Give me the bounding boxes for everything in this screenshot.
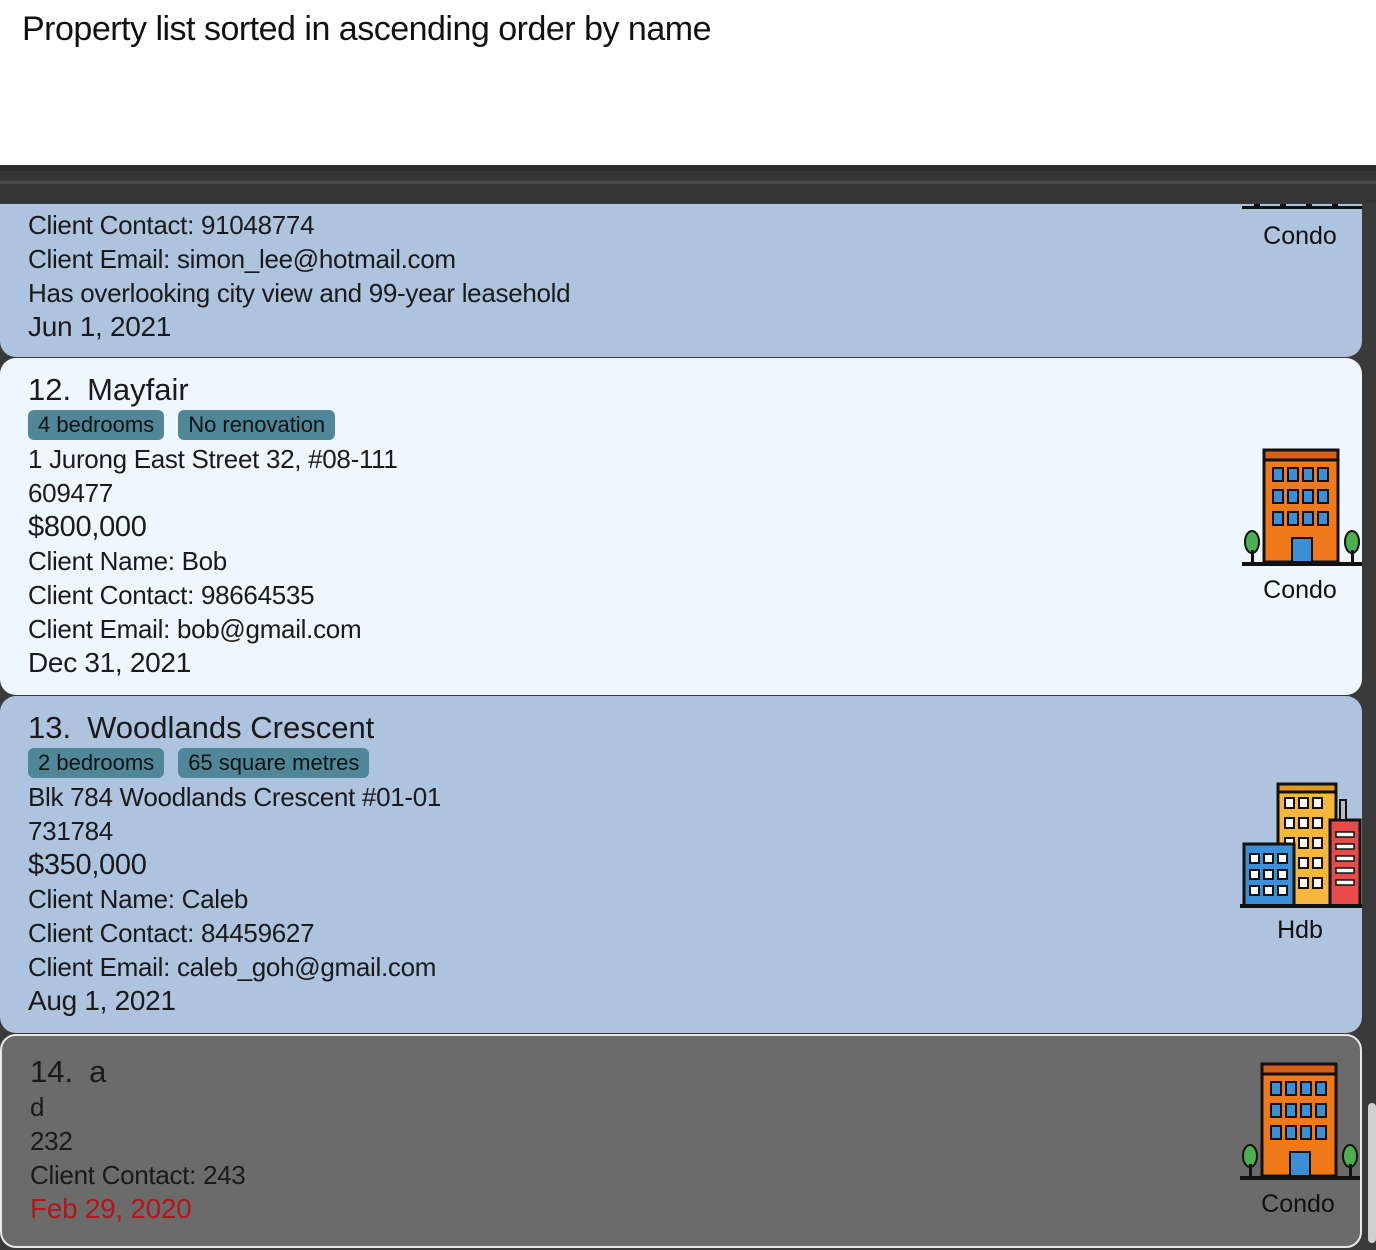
property-index: 13.: [28, 710, 72, 745]
property-title: 14. a: [30, 1054, 245, 1090]
property-deadline: Aug 1, 2021: [28, 985, 176, 1016]
property-address: 1 Jurong East Street 32, #08-111: [28, 444, 398, 474]
property-name: Woodlands Crescent: [87, 710, 375, 745]
result-message: Property list sorted in ascending order …: [22, 10, 711, 48]
tag: 2 bedrooms: [28, 748, 165, 778]
property-deadline-overdue: Feb 29, 2020: [30, 1193, 192, 1224]
property-tags: 2 bedrooms 65 square metres: [28, 746, 441, 780]
condo-building-icon: [1242, 204, 1362, 209]
property-price: $350,000: [28, 849, 147, 881]
property-index: 14.: [30, 1054, 74, 1089]
client-email: Client Email: simon_lee@hotmail.com: [28, 244, 456, 274]
client-contact: Client Contact: 243: [30, 1160, 246, 1190]
property-type: Condo: [1263, 576, 1337, 604]
property-tags: 4 bedrooms No renovation: [28, 408, 398, 442]
condo-building-icon: [1240, 1062, 1360, 1180]
property-postal-code: 609477: [28, 478, 113, 508]
list-header-divider: [0, 165, 1376, 203]
property-deadline: Jun 1, 2021: [28, 311, 172, 342]
property-type: Condo: [1261, 1190, 1335, 1218]
condo-building-icon: [1242, 448, 1362, 566]
property-title: 13. Woodlands Crescent: [28, 710, 441, 746]
property-card-selected[interactable]: 14. a d 232 Client Contact: 243 Feb 29, 2…: [0, 1034, 1362, 1248]
client-email: Client Email: bob@gmail.com: [28, 614, 362, 644]
property-type: Hdb: [1277, 916, 1323, 944]
client-contact: Client Contact: 91048774: [28, 210, 315, 240]
hdb-buildings-icon: [1240, 782, 1362, 908]
tag: 4 bedrooms: [28, 410, 165, 440]
client-name: Client Name: Bob: [28, 546, 227, 576]
client-contact: Client Contact: 98664535: [28, 580, 315, 610]
list-scrollbar[interactable]: [1368, 1103, 1376, 1243]
property-card[interactable]: 13. Woodlands Crescent 2 bedrooms 65 squa…: [0, 696, 1362, 1033]
property-list[interactable]: Client Contact: 91048774 Client Email: s…: [0, 165, 1376, 1250]
property-postal-code: 232: [30, 1126, 73, 1156]
property-card[interactable]: 12. Mayfair 4 bedrooms No renovation 1 Ju…: [0, 358, 1362, 695]
property-remark: Has overlooking city view and 99-year le…: [28, 278, 571, 308]
property-title: 12. Mayfair: [28, 372, 398, 408]
property-postal-code: 731784: [28, 816, 113, 846]
property-index: 12.: [28, 372, 72, 407]
tag: 65 square metres: [178, 748, 370, 778]
property-type: Condo: [1263, 222, 1337, 250]
tag: No renovation: [178, 410, 336, 440]
property-card[interactable]: Client Contact: 91048774 Client Email: s…: [0, 204, 1362, 357]
client-name: Client Name: Caleb: [28, 884, 249, 914]
property-address: d: [30, 1092, 45, 1122]
property-name: a: [89, 1054, 107, 1089]
property-deadline: Dec 31, 2021: [28, 647, 191, 678]
property-name: Mayfair: [87, 372, 189, 407]
property-address: Blk 784 Woodlands Crescent #01-01: [28, 782, 442, 812]
client-email: Client Email: caleb_goh@gmail.com: [28, 952, 437, 982]
property-price: $800,000: [28, 511, 147, 543]
client-contact: Client Contact: 84459627: [28, 918, 315, 948]
